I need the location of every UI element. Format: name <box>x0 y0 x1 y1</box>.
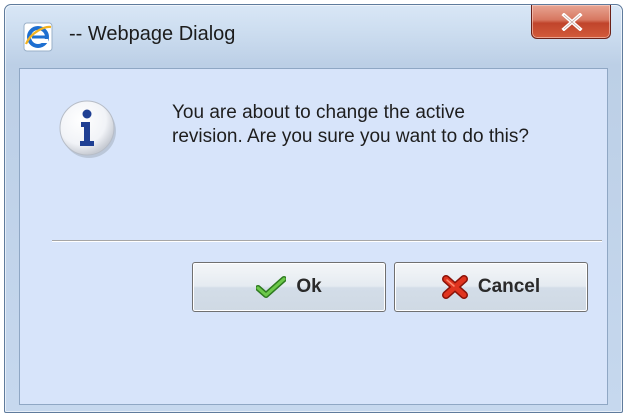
ok-button[interactable]: Ok <box>192 262 386 312</box>
dialog-content: You are about to change the active revis… <box>19 68 608 405</box>
cancel-button[interactable]: Cancel <box>394 262 588 312</box>
dialog-message: You are about to change the active revis… <box>172 101 602 149</box>
separator <box>52 240 602 242</box>
message-line-1: You are about to change the active <box>172 102 465 123</box>
message-line-2: revision. Are you sure you want to do th… <box>172 126 529 147</box>
window-title: -- Webpage Dialog <box>69 23 236 45</box>
ok-button-label: Ok <box>296 276 322 297</box>
cancel-button-label: Cancel <box>477 276 541 297</box>
internet-explorer-icon <box>23 22 53 52</box>
close-button[interactable] <box>531 5 611 39</box>
dialog-window: -- Webpage Dialog You are about to chang… <box>4 4 623 413</box>
title-bar[interactable]: -- Webpage Dialog <box>5 5 622 67</box>
red-x-icon <box>441 275 468 299</box>
close-icon <box>561 13 583 31</box>
checkmark-icon <box>256 276 287 298</box>
info-icon <box>59 100 116 158</box>
